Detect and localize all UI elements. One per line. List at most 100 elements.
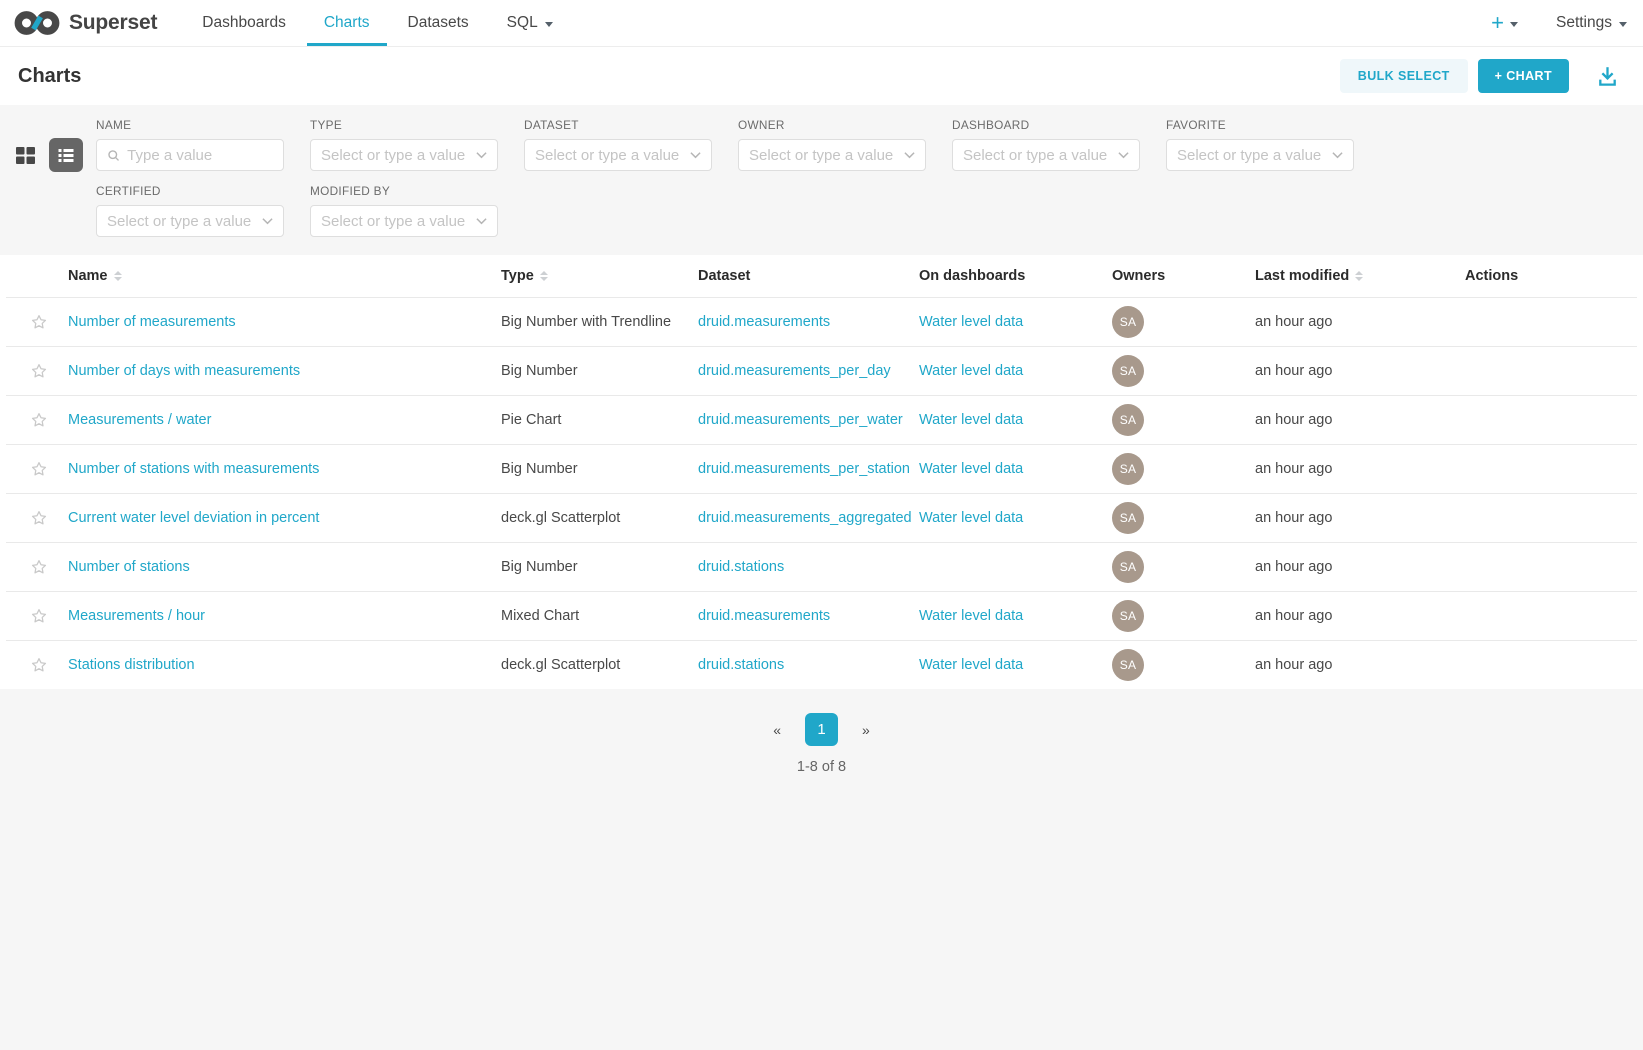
settings-menu[interactable]: Settings (1556, 14, 1627, 32)
owner-avatar: SA (1112, 502, 1144, 534)
actions-cell (1461, 395, 1637, 444)
column-header-dataset: Dataset (694, 255, 915, 297)
filter-select-control[interactable]: Select or type a value (738, 139, 926, 171)
dataset-link[interactable]: druid.stations (698, 559, 784, 575)
filters-grid: NAME TYPE Select or type a value (96, 118, 1354, 237)
previous-page-button[interactable]: « (773, 722, 781, 738)
filter-select: DATASET Select or type a value (524, 118, 712, 171)
owner-avatar: SA (1112, 551, 1144, 583)
filter-select-control[interactable]: Select or type a value (310, 205, 498, 237)
last-modified: an hour ago (1255, 461, 1332, 477)
page-1-button[interactable]: 1 (805, 713, 838, 746)
column-header-type[interactable]: Type (497, 255, 694, 297)
dataset-link[interactable]: druid.measurements_aggregated (698, 510, 912, 526)
favorite-star-button[interactable] (30, 362, 60, 380)
favorite-star-button[interactable] (30, 509, 60, 527)
dataset-link[interactable]: druid.measurements_per_station (698, 461, 910, 477)
filter-select-control[interactable]: Select or type a value (524, 139, 712, 171)
superset-charts-page: Superset Dashboards Charts Datasets SQL … (0, 0, 1643, 1050)
filter-label: CERTIFIED (96, 184, 284, 198)
dashboard-link[interactable]: Water level data (919, 608, 1023, 624)
chevron-down-icon (545, 22, 553, 27)
star-icon (30, 362, 48, 380)
chart-name-link[interactable]: Number of days with measurements (68, 363, 300, 379)
favorite-star-button[interactable] (30, 460, 60, 478)
card-view-toggle[interactable] (12, 142, 38, 168)
chart-type: Pie Chart (501, 412, 561, 428)
last-modified: an hour ago (1255, 559, 1332, 575)
dashboard-link[interactable]: Water level data (919, 510, 1023, 526)
favorite-star-button[interactable] (30, 656, 60, 674)
pagination-range: 1-8 of 8 (0, 759, 1643, 775)
name-filter-input[interactable] (127, 147, 273, 164)
table-row: Measurements / hour Mixed Chart druid.me… (6, 591, 1637, 640)
page-header: Charts BULK SELECT + CHART (0, 47, 1643, 105)
nav-item-dashboards[interactable]: Dashboards (183, 0, 305, 46)
dashboard-link[interactable]: Water level data (919, 314, 1023, 330)
favorite-star-button[interactable] (30, 558, 60, 576)
list-icon (56, 145, 76, 165)
sort-icon (540, 271, 548, 281)
list-view-toggle[interactable] (49, 138, 83, 172)
filter-select-control[interactable]: Select or type a value (1166, 139, 1354, 171)
dataset-link[interactable]: druid.measurements_per_day (698, 363, 891, 379)
import-charts-button[interactable] (1596, 65, 1619, 88)
superset-logo[interactable]: Superset (14, 0, 157, 46)
brand-name: Superset (69, 11, 157, 35)
column-header-owners: Owners (1108, 255, 1251, 297)
chart-type: Mixed Chart (501, 608, 579, 624)
table-row: Stations distribution deck.gl Scatterplo… (6, 640, 1637, 689)
new-item-menu[interactable]: + (1491, 12, 1518, 34)
dataset-link[interactable]: druid.stations (698, 657, 784, 673)
last-modified: an hour ago (1255, 412, 1332, 428)
top-navbar: Superset Dashboards Charts Datasets SQL … (0, 0, 1643, 47)
chart-name-link[interactable]: Number of stations with measurements (68, 461, 319, 477)
dataset-link[interactable]: druid.measurements (698, 608, 830, 624)
chart-name-link[interactable]: Stations distribution (68, 657, 195, 673)
actions-cell (1461, 346, 1637, 395)
dataset-link[interactable]: druid.measurements (698, 314, 830, 330)
dataset-link[interactable]: druid.measurements_per_water (698, 412, 903, 428)
download-icon (1596, 65, 1619, 88)
dashboard-link[interactable]: Water level data (919, 412, 1023, 428)
filter-select: FAVORITE Select or type a value (1166, 118, 1354, 171)
add-chart-button[interactable]: + CHART (1478, 59, 1569, 93)
filter-label: NAME (96, 118, 284, 132)
filter-select-control[interactable]: Select or type a value (952, 139, 1140, 171)
favorite-star-button[interactable] (30, 313, 60, 331)
chart-name-link[interactable]: Current water level deviation in percent (68, 510, 319, 526)
table-row: Current water level deviation in percent… (6, 493, 1637, 542)
card-grid-icon (14, 144, 37, 167)
chart-name-link[interactable]: Number of measurements (68, 314, 236, 330)
chart-name-link[interactable]: Number of stations (68, 559, 190, 575)
column-header-name[interactable]: Name (64, 255, 497, 297)
bulk-select-button[interactable]: BULK SELECT (1340, 59, 1468, 93)
filter-select-control[interactable]: Select or type a value (310, 139, 498, 171)
chart-name-link[interactable]: Measurements / hour (68, 608, 205, 624)
chart-type: deck.gl Scatterplot (501, 510, 620, 526)
select-placeholder: Select or type a value (535, 147, 684, 164)
nav-item-datasets[interactable]: Datasets (389, 0, 488, 46)
star-icon (30, 411, 48, 429)
chart-name-link[interactable]: Measurements / water (68, 412, 211, 428)
nav-item-charts[interactable]: Charts (305, 0, 389, 46)
dashboard-link[interactable]: Water level data (919, 657, 1023, 673)
select-placeholder: Select or type a value (321, 147, 470, 164)
favorite-star-button[interactable] (30, 411, 60, 429)
filter-select-control[interactable]: Select or type a value (96, 205, 284, 237)
next-page-button[interactable]: » (862, 722, 870, 738)
nav-item-sql[interactable]: SQL (488, 0, 572, 46)
dashboard-link[interactable]: Water level data (919, 363, 1023, 379)
chevron-down-icon (1118, 151, 1129, 159)
filter-name: NAME (96, 118, 284, 171)
dashboard-link[interactable]: Water level data (919, 461, 1023, 477)
table-row: Number of measurements Big Number with T… (6, 297, 1637, 346)
column-header-modified[interactable]: Last modified (1251, 255, 1461, 297)
owner-avatar: SA (1112, 404, 1144, 436)
filter-label: FAVORITE (1166, 118, 1354, 132)
last-modified: an hour ago (1255, 363, 1332, 379)
chevron-down-icon (690, 151, 701, 159)
favorite-star-button[interactable] (30, 607, 60, 625)
select-placeholder: Select or type a value (1177, 147, 1326, 164)
owner-avatar: SA (1112, 649, 1144, 681)
